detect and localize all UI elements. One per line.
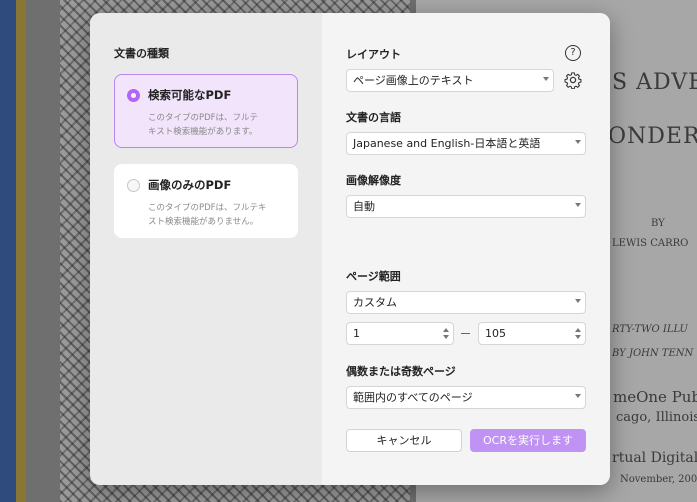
run-ocr-button[interactable]: OCRを実行します — [470, 429, 586, 452]
page-range-select[interactable]: カスタム — [346, 291, 586, 314]
page-range-label: ページ範囲 — [346, 270, 401, 283]
option-description: このタイプのPDFは、フルテキ スト検索機能がありません。 — [127, 201, 285, 229]
stepper-down-icon[interactable] — [575, 335, 581, 339]
option-title: 画像のみのPDF — [148, 178, 232, 192]
page-text-line: cago, Illinois — [616, 410, 697, 425]
document-type-pane: 文書の種類 検索可能なPDF このタイプのPDFは、フルテ キスト検索機能があり… — [90, 13, 322, 485]
card-header: 画像のみのPDF — [127, 177, 285, 193]
page-text-line: BY JOHN TENN — [612, 348, 694, 359]
resolution-select-value: 自動 — [353, 200, 375, 213]
range-to-stepper[interactable]: 105 — [478, 322, 586, 345]
chevron-down-icon — [575, 299, 581, 303]
ocr-settings-pane: レイアウト ? ページ画像上のテキスト 文書の言語 Japanese and E… — [322, 13, 610, 485]
layout-select[interactable]: ページ画像上のテキスト — [346, 69, 554, 92]
page-text-line: LEWIS CARRO — [612, 238, 689, 249]
searchable-pdf-option[interactable]: 検索可能なPDF このタイプのPDFは、フルテ キスト検索機能があります。 — [114, 74, 298, 148]
description-line: このタイプのPDFは、フルテ — [148, 113, 259, 123]
language-label: 文書の言語 — [346, 111, 401, 124]
language-select-value: Japanese and English-日本語と英語 — [353, 137, 541, 150]
page-text-line: S ADVEN — [612, 70, 697, 95]
chevron-down-icon — [575, 394, 581, 398]
chevron-down-icon — [575, 140, 581, 144]
page-text-line: BY — [651, 218, 665, 229]
description-line: このタイプのPDFは、フルテキ — [148, 203, 267, 213]
page-text-line: meOne Pub — [613, 388, 697, 406]
range-from-stepper[interactable]: 1 — [346, 322, 454, 345]
option-description: このタイプのPDFは、フルテ キスト検索機能があります。 — [127, 111, 285, 139]
chevron-down-icon — [575, 203, 581, 207]
radio-selected-icon[interactable] — [127, 88, 140, 102]
description-line: スト検索機能がありません。 — [148, 217, 259, 227]
resolution-select[interactable]: 自動 — [346, 195, 586, 218]
odd-even-select-value: 範囲内のすべてのページ — [353, 391, 473, 404]
stepper-up-icon[interactable] — [443, 328, 449, 332]
description-line: キスト検索機能があります。 — [148, 127, 258, 137]
odd-even-label: 偶数または奇数ページ — [346, 365, 456, 378]
radio-unselected-icon[interactable] — [127, 178, 140, 192]
help-icon[interactable]: ? — [565, 45, 581, 61]
stepper-down-icon[interactable] — [443, 335, 449, 339]
stepper-up-icon[interactable] — [575, 328, 581, 332]
page-text-line: ONDERL — [608, 124, 697, 149]
resolution-label: 画像解像度 — [346, 174, 401, 187]
page-range-select-value: カスタム — [353, 296, 397, 309]
page-text-line: rtual Digital L — [612, 450, 697, 466]
ocr-dialog: 文書の種類 検索可能なPDF このタイプのPDFは、フルテ キスト検索機能があり… — [90, 13, 610, 485]
layout-select-value: ページ画像上のテキスト — [353, 74, 474, 87]
layout-label: レイアウト — [346, 48, 401, 61]
book-spine-blue — [0, 0, 16, 502]
card-header: 検索可能なPDF — [127, 87, 285, 103]
image-only-pdf-option[interactable]: 画像のみのPDF このタイプのPDFは、フルテキ スト検索機能がありません。 — [114, 164, 298, 238]
range-to-value: 105 — [485, 327, 506, 340]
chevron-down-icon — [543, 77, 549, 81]
page-text-line: November, 200 — [620, 474, 697, 485]
page-text-line: RTY-TWO ILLU — [612, 324, 688, 335]
book-spine-gold — [16, 0, 26, 502]
cancel-button[interactable]: キャンセル — [346, 429, 462, 452]
gear-icon[interactable] — [564, 71, 582, 89]
option-title: 検索可能なPDF — [148, 88, 232, 102]
range-from-value: 1 — [353, 327, 360, 340]
language-select[interactable]: Japanese and English-日本語と英語 — [346, 132, 586, 155]
range-separator — [461, 333, 470, 334]
odd-even-select[interactable]: 範囲内のすべてのページ — [346, 386, 586, 409]
document-type-title: 文書の種類 — [114, 47, 169, 60]
